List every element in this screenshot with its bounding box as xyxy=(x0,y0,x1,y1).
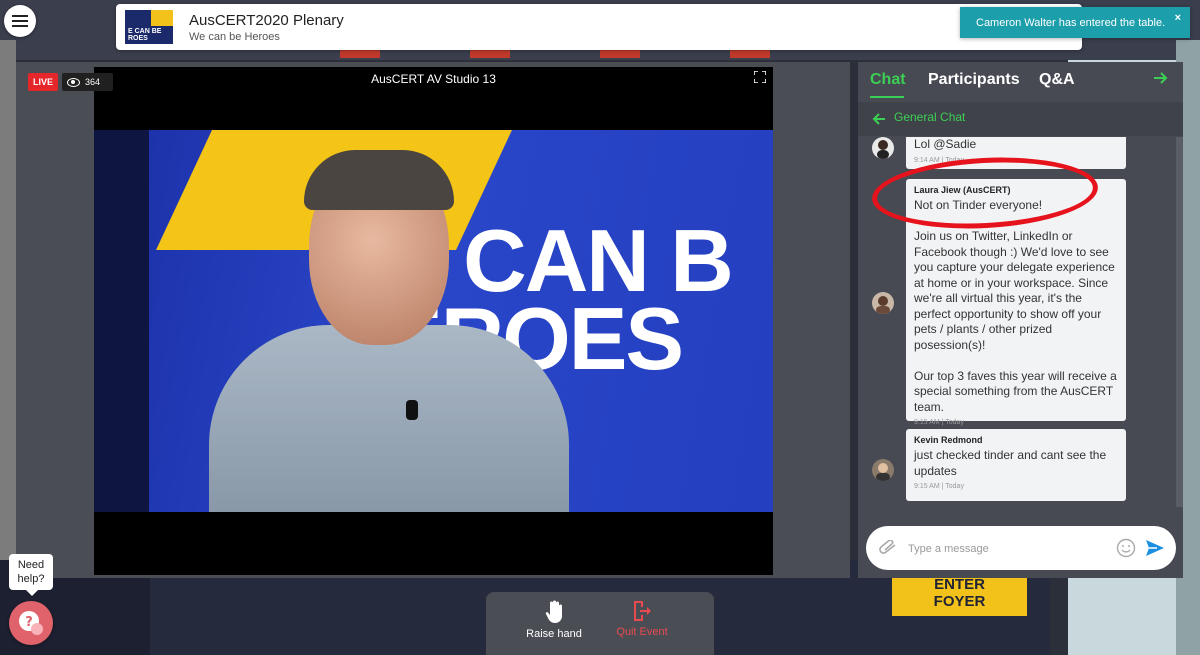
tab-participants[interactable]: Participants xyxy=(928,71,1020,89)
live-badge: LIVE xyxy=(28,73,58,91)
event-thumbnail-text: E CAN BE ROES xyxy=(128,28,162,42)
chat-message: Lol @Sadie 9:14 AM | Today xyxy=(906,137,1126,169)
chat-message: Kevin Redmond just checked tinder and ca… xyxy=(906,429,1126,501)
tab-qa[interactable]: Q&A xyxy=(1039,71,1075,89)
enter-foyer-sign[interactable]: ENTER FOYER xyxy=(892,576,1027,616)
message-time: 9:15 AM | Today xyxy=(914,483,964,490)
toast-message: Cameron Walter has entered the table. xyxy=(976,17,1166,29)
hamburger-icon xyxy=(12,15,28,27)
panel-tabs: Chat Participants Q&A xyxy=(858,62,1183,98)
enter-foyer-line2: FOYER xyxy=(933,593,986,610)
help-chat-icon: ? xyxy=(19,611,43,635)
raise-hand-label: Raise hand xyxy=(526,628,582,640)
menu-button[interactable] xyxy=(4,5,36,37)
hand-icon xyxy=(545,600,562,623)
event-controls: Raise hand Quit Event xyxy=(486,592,714,655)
emoji-icon[interactable] xyxy=(1116,538,1136,558)
message-composer xyxy=(866,526,1176,570)
message-input[interactable] xyxy=(906,536,1110,562)
help-tooltip: Need help? xyxy=(9,554,53,596)
raise-hand-button[interactable]: Raise hand xyxy=(509,600,599,640)
venue-left-wall xyxy=(0,40,16,560)
arrow-right-icon[interactable] xyxy=(1153,70,1169,86)
chat-channel-header: General Chat xyxy=(858,102,1183,136)
presenter-hair xyxy=(304,150,454,210)
message-list[interactable]: Lol @Sadie 9:14 AM | Today Laura Jiew (A… xyxy=(858,137,1183,507)
quit-event-button[interactable]: Quit Event xyxy=(597,600,687,638)
message-time: 9:15 AM | Today xyxy=(914,419,964,426)
video-frame: E CAN B EROES xyxy=(94,130,773,512)
event-subtitle: We can be Heroes xyxy=(189,31,280,43)
message-author: Laura Jiew (AusCERT) xyxy=(914,185,1011,195)
help-label-line2: help? xyxy=(17,573,45,585)
active-tab-indicator xyxy=(870,96,904,98)
avatar xyxy=(872,137,894,159)
message-time: 9:14 AM | Today xyxy=(914,156,964,164)
avatar xyxy=(872,292,894,314)
paperclip-icon[interactable] xyxy=(878,540,898,554)
quit-event-label: Quit Event xyxy=(616,626,668,638)
eye-icon xyxy=(67,77,80,87)
send-icon[interactable] xyxy=(1145,538,1165,558)
notification-toast: Cameron Walter has entered the table. × xyxy=(960,7,1190,38)
stream-title: AusCERT AV Studio 13 xyxy=(371,72,496,86)
message-body: just checked tinder and cant see the upd… xyxy=(914,448,1107,478)
message-body: Lol @Sadie xyxy=(914,137,977,151)
event-title: AusCERT2020 Plenary xyxy=(189,12,344,29)
help-button[interactable]: ? xyxy=(9,601,53,645)
tab-chat[interactable]: Chat xyxy=(870,71,906,89)
fullscreen-icon[interactable] xyxy=(754,71,766,83)
chat-panel: Chat Participants Q&A General Chat Lol @… xyxy=(858,62,1183,578)
toast-close-button[interactable]: × xyxy=(1175,12,1181,24)
presenter-body xyxy=(209,325,569,512)
enter-foyer-line1: ENTER xyxy=(934,576,985,593)
exit-icon xyxy=(634,601,651,621)
event-thumbnail: E CAN BE ROES xyxy=(125,10,173,44)
arrow-left-icon[interactable] xyxy=(872,112,886,126)
message-author: Kevin Redmond xyxy=(914,435,983,445)
help-label-line1: Need xyxy=(17,559,45,571)
event-header: E CAN BE ROES AusCERT2020 Plenary We can… xyxy=(116,4,1082,50)
message-body: Not on Tinder everyone! Join us on Twitt… xyxy=(914,198,1117,414)
chat-message: Laura Jiew (AusCERT) Not on Tinder every… xyxy=(906,179,1126,426)
avatar xyxy=(872,459,894,481)
message-scrollbar[interactable] xyxy=(1176,137,1183,507)
chat-channel-name: General Chat xyxy=(894,110,966,124)
lapel-mic xyxy=(406,400,418,420)
